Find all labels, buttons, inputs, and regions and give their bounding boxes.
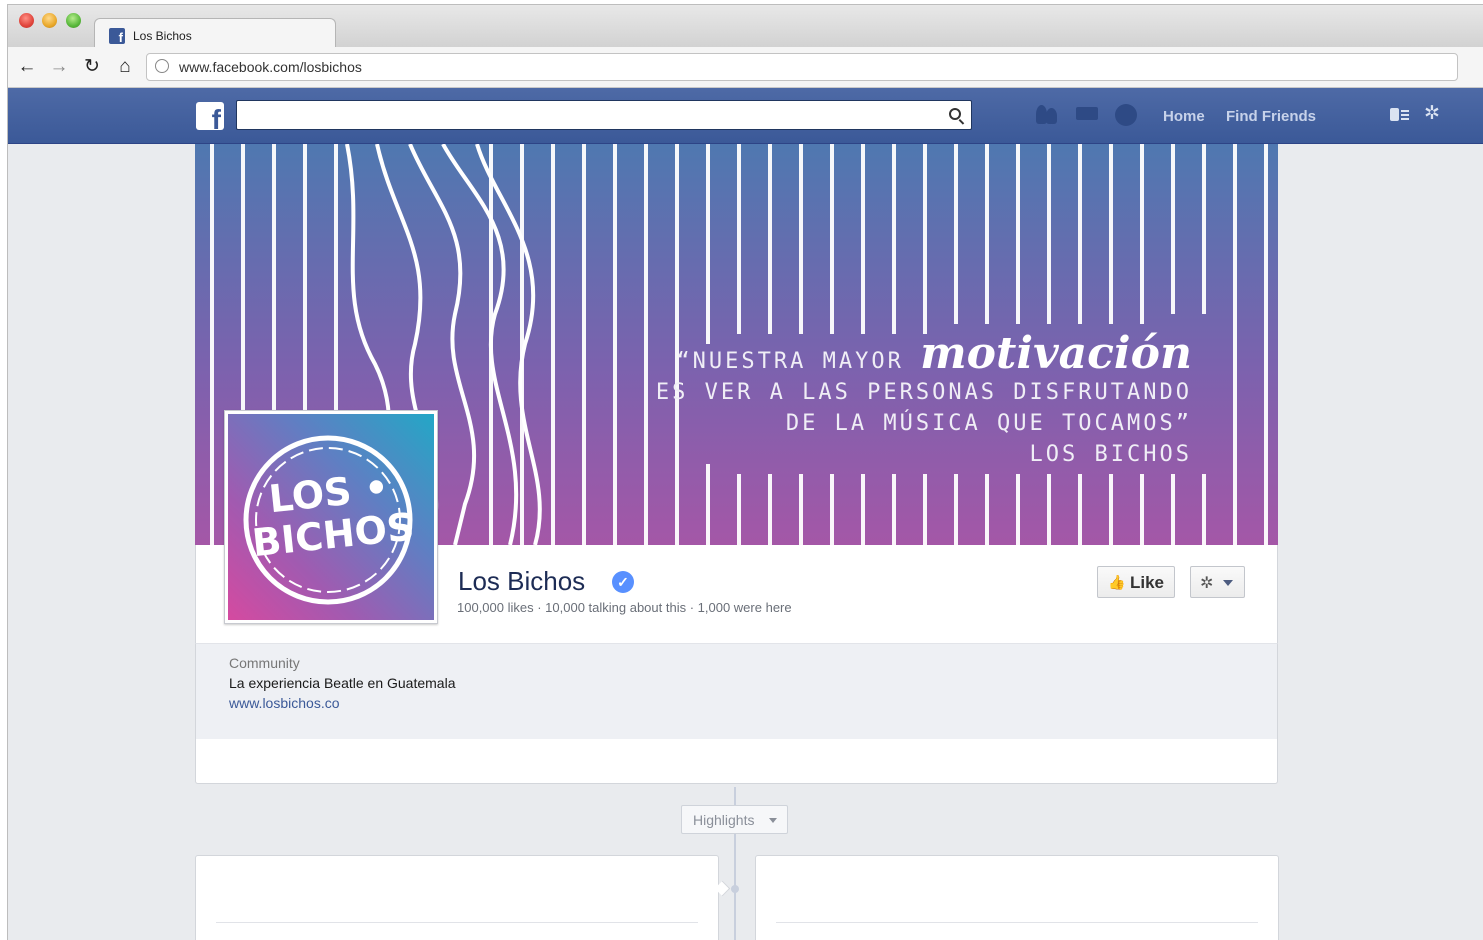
card-divider [216, 922, 698, 923]
browser-tab[interactable]: f Los Bichos [94, 18, 336, 49]
home-link[interactable]: Home [1163, 108, 1205, 125]
messages-icon[interactable] [1074, 104, 1100, 126]
minimize-window-button[interactable] [42, 13, 57, 28]
search-input[interactable] [236, 100, 972, 130]
facebook-favicon-icon: f [109, 28, 125, 45]
highlights-dropdown[interactable]: Highlights [681, 805, 788, 834]
friend-requests-icon[interactable] [1034, 104, 1060, 126]
navigation-bar: ← → ↻ ⌂ www.facebook.com/losbichos [8, 47, 1483, 88]
about-panel: Community La experiencia Beatle en Guate… [195, 643, 1278, 740]
chevron-down-icon [769, 818, 777, 823]
back-arrow-icon[interactable]: ← [16, 56, 38, 78]
quote-line-1: “NUESTRA MAYOR [676, 349, 904, 374]
highlights-label: Highlights [693, 812, 755, 828]
title-bar: f Los Bichos [8, 5, 1483, 49]
quote-line-2: ES VER A LAS PERSONAS DISFRUTANDO [655, 380, 1192, 405]
tabs-panel [195, 739, 1278, 784]
globe-icon [155, 59, 169, 73]
page-stats: 100,000 likes · 10,000 talking about thi… [457, 600, 792, 615]
notifications-globe-icon[interactable] [1114, 104, 1140, 126]
chevron-down-icon [1223, 580, 1233, 586]
quote-author: LOS BICHOS [1029, 442, 1192, 467]
find-friends-link[interactable]: Find Friends [1226, 108, 1316, 125]
quote-highlight-word: motivación [920, 328, 1192, 379]
timeline-card-left [195, 855, 719, 940]
privacy-shortcuts-icon[interactable] [1390, 108, 1410, 122]
page-description: La experiencia Beatle en Guatemala [229, 675, 456, 691]
thumbs-up-icon: 👍 [1108, 574, 1126, 590]
page-settings-button[interactable]: ✲ [1190, 566, 1245, 598]
page-title[interactable]: Los Bichos [458, 566, 585, 597]
account-settings-gear-icon[interactable]: ✲ [1424, 104, 1440, 124]
quote-line-3: DE LA MÚSICA QUE TOCAMOS” [785, 411, 1192, 436]
browser-window: f Los Bichos ← → ↻ ⌂ www.facebook.com/lo… [7, 4, 1483, 940]
facebook-logo-icon[interactable]: f [196, 102, 224, 130]
address-bar[interactable]: www.facebook.com/losbichos [146, 53, 1458, 81]
forward-arrow-icon[interactable]: → [48, 56, 70, 78]
tab-title: Los Bichos [133, 29, 192, 43]
timeline-card-right [755, 855, 1279, 940]
verified-badge-icon: ✓ [612, 571, 634, 593]
home-icon[interactable]: ⌂ [114, 56, 136, 78]
cover-quote: “NUESTRA MAYOR motivación ES VER A LAS P… [656, 332, 1192, 470]
profile-picture[interactable]: LOS • BICHOS [224, 410, 438, 624]
url-text: www.facebook.com/losbichos [179, 59, 362, 75]
close-window-button[interactable] [19, 13, 34, 28]
search-icon[interactable] [949, 108, 961, 120]
gear-icon: ✲ [1200, 575, 1214, 592]
website-link[interactable]: www.losbichos.co [229, 695, 340, 711]
facebook-header: f Home Find Friends ✲ [8, 88, 1483, 144]
card-divider [776, 922, 1258, 923]
los-bichos-logo: LOS • BICHOS [228, 414, 434, 620]
timeline-dot [731, 885, 739, 893]
page-category: Community [229, 655, 300, 671]
zoom-window-button[interactable] [66, 13, 81, 28]
like-button[interactable]: 👍 Like [1097, 566, 1175, 598]
reload-icon[interactable]: ↻ [81, 56, 103, 78]
like-label: Like [1130, 573, 1165, 592]
